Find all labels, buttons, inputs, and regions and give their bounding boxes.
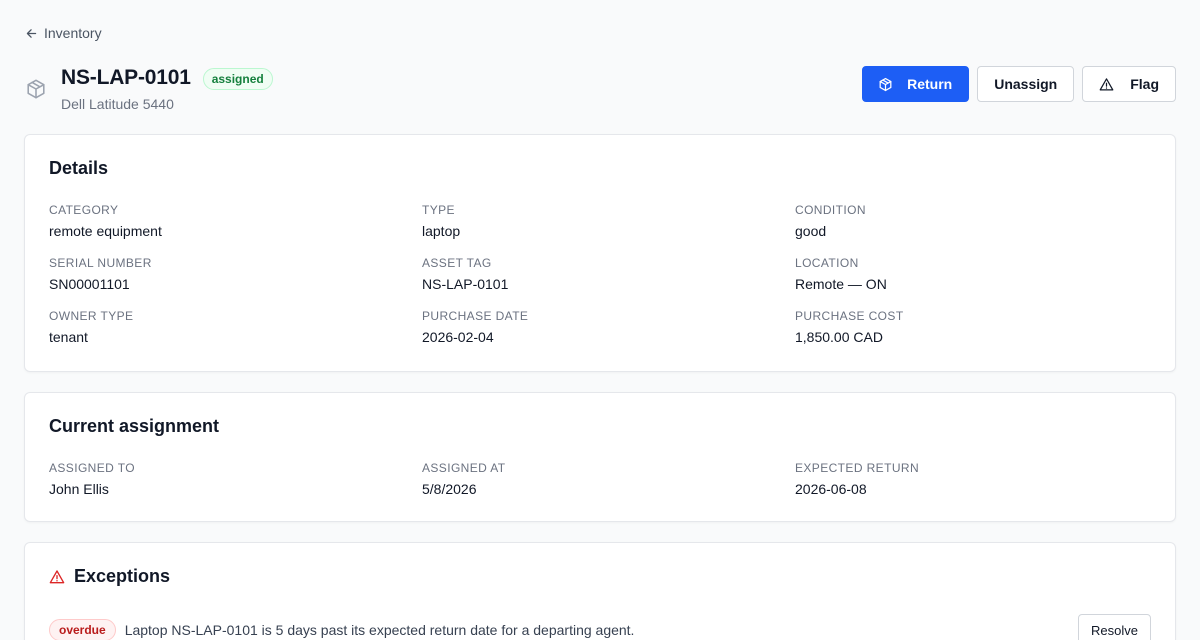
field-expected-return: EXPECTED RETURN 2026-06-08	[795, 461, 1151, 497]
field-value: SN00001101	[49, 276, 130, 292]
field-label: PURCHASE DATE	[422, 309, 529, 323]
field-value: 5/8/2026	[422, 481, 477, 497]
field-value: John Ellis	[49, 481, 109, 497]
overdue-badge: overdue	[49, 619, 116, 640]
flag-button[interactable]: Flag	[1082, 66, 1176, 102]
field-value: 2026-06-08	[795, 481, 867, 497]
details-title: Details	[49, 158, 109, 178]
package-icon	[27, 79, 45, 99]
field-type: TYPE laptop	[422, 203, 795, 239]
field-label: SERIAL NUMBER	[49, 256, 152, 270]
exception-item: overdue Laptop NS-LAP-0101 is 5 days pas…	[49, 614, 1151, 640]
page-title: NS-LAP-0101	[61, 66, 191, 89]
field-value: 2026-02-04	[422, 329, 494, 345]
field-serial-number: SERIAL NUMBER SN00001101	[49, 256, 422, 292]
field-label: PURCHASE COST	[795, 309, 904, 323]
unassign-button[interactable]: Unassign	[977, 66, 1075, 102]
field-label: ASSIGNED AT	[422, 461, 506, 475]
field-label: TYPE	[422, 203, 455, 217]
assignment-title: Current assignment	[49, 416, 220, 436]
field-label: OWNER TYPE	[49, 309, 134, 323]
field-asset-tag: ASSET TAG NS-LAP-0101	[422, 256, 795, 292]
package-icon	[879, 77, 892, 91]
field-label: ASSET TAG	[422, 256, 492, 270]
field-assigned-at: ASSIGNED AT 5/8/2026	[422, 461, 795, 497]
details-card: Details CATEGORY remote equipment TYPE l…	[24, 134, 1176, 372]
current-assignment-card: Current assignment ASSIGNED TO John Elli…	[24, 392, 1176, 522]
action-buttons: Return Unassign Flag	[862, 66, 1176, 102]
back-link-label: Inventory	[44, 25, 102, 41]
field-label: EXPECTED RETURN	[795, 461, 920, 475]
field-label: CONDITION	[795, 203, 866, 217]
field-label: ASSIGNED TO	[49, 461, 135, 475]
warning-triangle-icon	[1099, 77, 1114, 90]
field-value: remote equipment	[49, 223, 162, 239]
return-button-label: Return	[907, 76, 953, 92]
exceptions-title: Exceptions	[74, 566, 171, 586]
exceptions-card: Exceptions overdue Laptop NS-LAP-0101 is…	[24, 542, 1176, 640]
field-condition: CONDITION good	[795, 203, 1151, 239]
field-location: LOCATION Remote — ON	[795, 256, 1151, 292]
resolve-button[interactable]: Resolve	[1078, 614, 1151, 640]
field-value: laptop	[422, 223, 461, 239]
field-label: CATEGORY	[49, 203, 119, 217]
field-purchase-date: PURCHASE DATE 2026-02-04	[422, 309, 795, 345]
field-label: LOCATION	[795, 256, 859, 270]
field-category: CATEGORY remote equipment	[49, 203, 422, 239]
assignment-grid: ASSIGNED TO John Ellis ASSIGNED AT 5/8/2…	[49, 461, 1151, 497]
details-grid: CATEGORY remote equipment TYPE laptop CO…	[49, 203, 1151, 345]
back-to-inventory-link[interactable]: Inventory	[25, 25, 102, 41]
unassign-button-label: Unassign	[994, 76, 1058, 92]
exception-message: Laptop NS-LAP-0101 is 5 days past its ex…	[124, 622, 635, 638]
field-owner-type: OWNER TYPE tenant	[49, 309, 422, 345]
field-value: good	[795, 223, 827, 239]
field-value: 1,850.00 CAD	[795, 329, 883, 345]
flag-button-label: Flag	[1130, 76, 1159, 92]
status-badge: assigned	[202, 68, 273, 90]
page-header: NS-LAP-0101 assigned Dell Latitude 5440 …	[25, 66, 1176, 112]
field-value: Remote — ON	[795, 276, 887, 292]
field-assigned-to: ASSIGNED TO John Ellis	[49, 461, 422, 497]
field-value: tenant	[49, 329, 88, 345]
asset-model: Dell Latitude 5440	[61, 96, 174, 112]
field-value: NS-LAP-0101	[422, 276, 509, 292]
alert-triangle-icon	[49, 569, 65, 583]
arrow-left-icon	[26, 28, 37, 38]
return-button[interactable]: Return	[862, 66, 970, 102]
field-purchase-cost: PURCHASE COST 1,850.00 CAD	[795, 309, 1151, 345]
